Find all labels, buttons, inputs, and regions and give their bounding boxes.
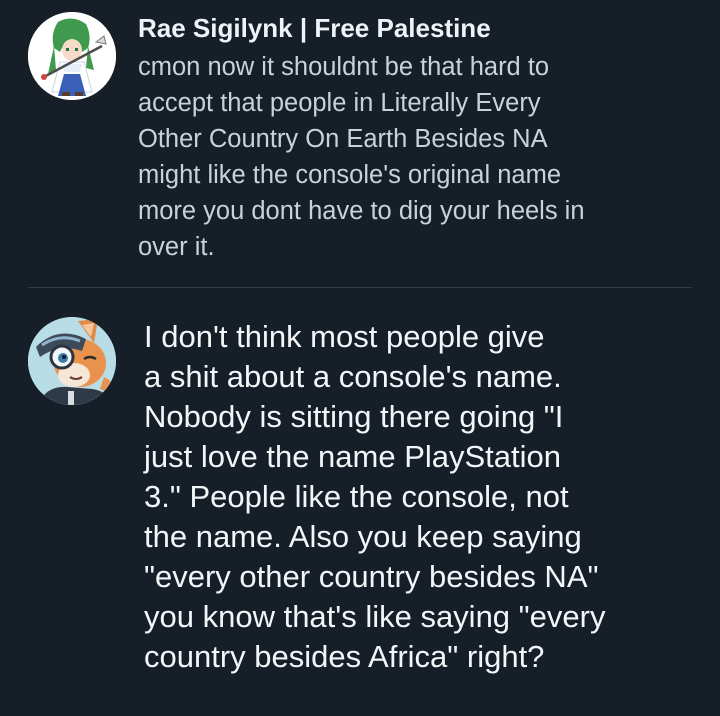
post-body-line: Nobody is sitting there going "I (144, 399, 564, 434)
post-body: I don't think most people give a shit ab… (144, 317, 704, 677)
reply-author-avatar[interactable] (28, 12, 116, 100)
post-author-avatar[interactable] (28, 317, 116, 405)
post-body-line: country besides Africa" right? (144, 639, 545, 674)
post-body-line: I don't think most people give (144, 319, 545, 354)
conversation-view: Rae Sigilynk | Free Palestine cmon now i… (0, 0, 720, 716)
reply-body-line: might like the console's original name (138, 161, 562, 189)
post-body-line: the name. Also you keep saying (144, 519, 582, 554)
reply-body-line: accept that people in Literally Every (138, 89, 541, 117)
avatar-fox-character-icon (28, 317, 116, 405)
post-body-line: "every other country besides NA" (144, 559, 599, 594)
message-divider (28, 287, 692, 288)
reply-body-line: Other Country On Earth Besides NA (138, 125, 548, 153)
post-body-line: 3." People like the console, not (144, 479, 569, 514)
reply-body-line: cmon now it shouldnt be that hard to (138, 53, 550, 81)
avatar-green-haired-character-icon (28, 12, 116, 100)
post-body-line: just love the name PlayStation (144, 439, 562, 474)
post-body-line: a shit about a console's name. (144, 359, 562, 394)
post-body-line: you know that's like saying "every (144, 599, 606, 634)
reply-body: cmon now it shouldnt be that hard to acc… (138, 49, 698, 265)
reply-body-line: over it. (138, 233, 215, 261)
reply-author-name[interactable]: Rae Sigilynk | Free Palestine (138, 10, 698, 46)
reply-body-line: more you dont have to dig your heels in (138, 197, 585, 225)
